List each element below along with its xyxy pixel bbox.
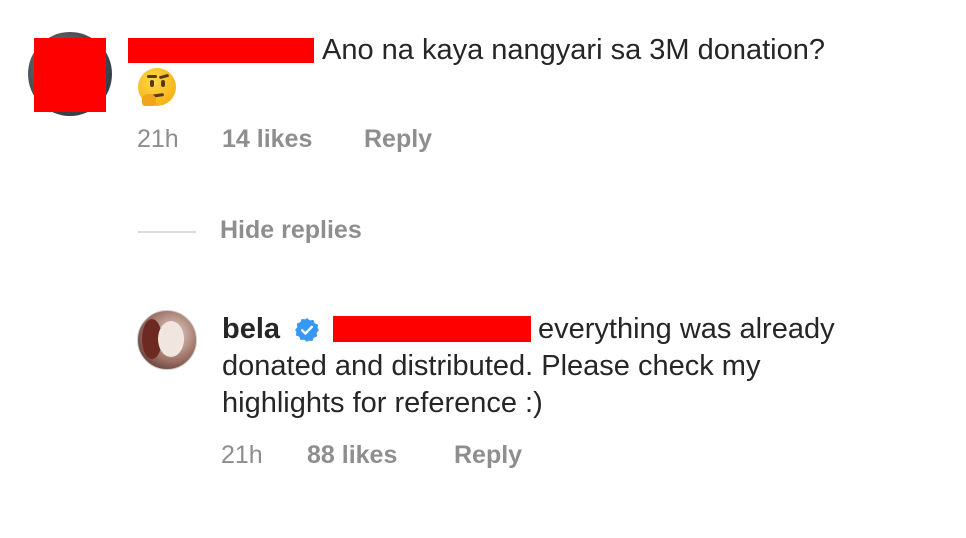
reply-likes[interactable]: 88 likes (307, 441, 397, 470)
thinking-face-icon (138, 68, 176, 106)
reply-text-line-3: highlights for reference :) (222, 387, 543, 419)
verified-badge-icon (295, 318, 319, 342)
reply-username[interactable]: bela (222, 309, 280, 349)
comment-text: Ano na kaya nangyari sa 3M donation? (322, 34, 826, 66)
username-redaction (128, 38, 314, 63)
hide-replies-button[interactable]: Hide replies (220, 216, 362, 245)
avatar-redaction (34, 38, 106, 112)
reply-avatar[interactable] (137, 310, 197, 370)
reply-text-line-2: donated and distributed. Please check my (222, 350, 761, 382)
reply-text-line-1: everything was already (538, 313, 835, 345)
comment-likes[interactable]: 14 likes (222, 125, 312, 154)
reply-time: 21h (221, 441, 263, 469)
replies-divider (138, 231, 196, 233)
comment-time: 21h (137, 125, 179, 153)
comment-reply-button[interactable]: Reply (364, 125, 432, 154)
reply-reply-button[interactable]: Reply (454, 441, 522, 470)
mention-redaction (333, 316, 531, 342)
